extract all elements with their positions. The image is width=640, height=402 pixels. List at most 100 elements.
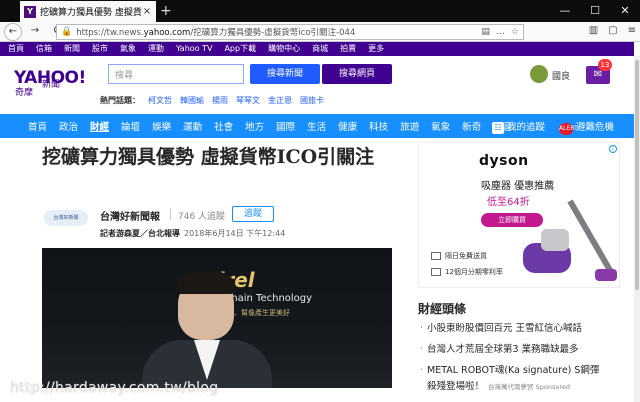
search-web-button[interactable]: 搜尋網頁: [322, 64, 392, 84]
cat-sports[interactable]: 運動: [183, 119, 202, 133]
follower-count: 746 人追蹤: [178, 212, 226, 222]
cat-local[interactable]: 地方: [245, 119, 264, 133]
list-item[interactable]: · 台灣人才荒屆全球第3 業務職缺最多: [420, 341, 626, 355]
cat-international[interactable]: 國際: [276, 119, 295, 133]
article-headline: 挖礦算力獨具優勢 虛擬貨幣ICO引關注: [42, 146, 375, 168]
watermark: http://hardaway.com.tw/blog: [10, 380, 219, 396]
list-item[interactable]: ·殺殘登場啦！台灣萬代南夢宮 Sponsored: [420, 378, 626, 392]
bookmark-star-icon[interactable]: ☆: [511, 27, 519, 37]
list-item[interactable]: · METAL ROBOT魂(Ka signature) S鋼彈: [420, 362, 626, 376]
divider: [170, 208, 171, 220]
cat-forum[interactable]: 論壇: [121, 119, 140, 133]
mail-count-badge: 13: [598, 59, 612, 71]
forward-icon[interactable]: →: [26, 23, 44, 41]
hot-keyword[interactable]: 楊雨: [212, 95, 228, 106]
cat-home[interactable]: 首頁: [28, 119, 47, 133]
follow-icon: ☷: [492, 122, 504, 134]
hot-keyword[interactable]: 柯文哲: [148, 95, 172, 106]
ad-feature: 隔日免費送貨: [431, 251, 487, 261]
new-tab-icon[interactable]: +: [160, 3, 172, 19]
scrollbar-thumb[interactable]: [635, 60, 639, 290]
publisher-name[interactable]: 台灣好新聞報: [100, 208, 160, 223]
topnav-news[interactable]: 新聞: [64, 42, 80, 56]
topnav-mail[interactable]: 信箱: [36, 42, 52, 56]
ad-line2: 低至64折: [487, 197, 530, 208]
list-item[interactable]: · 小股東盼股價回百元 王雪紅信心喊話: [420, 320, 626, 334]
url-text: https://tw.news.yahoo.com/挖礦算力獨具優勢-虛擬貨幣i…: [76, 28, 356, 38]
cat-novel[interactable]: 新奇: [462, 119, 481, 133]
browser-toolbar-icons: ▥ ▢ ≡: [589, 25, 636, 36]
topnav-app[interactable]: App下載: [224, 42, 256, 56]
cat-weather[interactable]: 氣象: [431, 119, 450, 133]
ad-line1: 吸塵器 優惠推薦: [481, 181, 555, 192]
topnav-auction[interactable]: 拍賣: [340, 42, 356, 56]
cat-health[interactable]: 健康: [338, 119, 357, 133]
page-actions-icon[interactable]: …: [496, 27, 505, 37]
tab-title: 挖礦算力獨具優勢 虛擬貨幣ICO引: [40, 8, 142, 18]
sponsored-label: 台灣萬代南夢宮 Sponsored: [488, 383, 570, 391]
hot-keyword[interactable]: 金正恩: [268, 95, 292, 106]
cat-tech[interactable]: 科技: [369, 119, 388, 133]
back-icon[interactable]: ←: [4, 22, 22, 41]
hot-keyword[interactable]: 琴琴文: [236, 95, 260, 106]
reader-view-icon[interactable]: ▤: [481, 27, 490, 37]
search-input[interactable]: 搜尋: [108, 64, 244, 84]
topnav-stock[interactable]: 股市: [92, 42, 108, 56]
ad-cta-button[interactable]: 立即購買: [481, 213, 543, 227]
finance-headlines-title: 財經頭條: [418, 302, 467, 316]
cat-politics[interactable]: 政治: [59, 119, 78, 133]
top-nav-list: 首頁 信箱 新聞 股市 氣象 運動 Yahoo TV App下載 購物中心 商城…: [8, 42, 384, 56]
browser-tab[interactable]: Y 挖礦算力獨具優勢 虛擬貨幣ICO引 ×: [20, 1, 156, 22]
ad-info-icon[interactable]: i: [609, 145, 617, 153]
byline: 記者游森夏／台北報導 2018年6月14日 下午12:44: [100, 228, 285, 239]
topnav-shopping[interactable]: 購物中心: [268, 42, 300, 56]
person-hair: [176, 272, 236, 294]
article-photo: Kirel kchain Technology 能源、幫像產生更美好: [42, 248, 392, 388]
close-window-button[interactable]: ✕: [610, 0, 640, 22]
cat-travel[interactable]: 旅遊: [400, 119, 419, 133]
alert-link[interactable]: ALERT避難危機: [559, 119, 614, 135]
topnav-sports[interactable]: 運動: [148, 42, 164, 56]
maximize-button[interactable]: ☐: [580, 0, 610, 22]
category-nav: 首頁 政治 財經 論壇 娛樂 運動 社會 地方 國際 生活 健康 科技 旅遊 氣…: [0, 114, 634, 138]
publisher-logo[interactable]: 台灣好新聞: [44, 210, 88, 226]
cat-entertainment[interactable]: 娛樂: [152, 119, 171, 133]
window-controls: — ☐ ✕: [550, 0, 640, 22]
yahoo-top-nav: 首頁 信箱 新聞 股市 氣象 運動 Yahoo TV App下載 購物中心 商城…: [0, 42, 634, 56]
logo-cn: 奇摩: [15, 88, 34, 98]
cat-life[interactable]: 生活: [307, 119, 326, 133]
vacuum-wand: [567, 199, 616, 277]
follow-button[interactable]: 追蹤: [232, 206, 274, 222]
library-icon[interactable]: ▥: [589, 25, 598, 36]
browser-tab-bar: Y 挖礦算力獨具優勢 虛擬貨幣ICO引 × + — ☐ ✕: [0, 0, 640, 22]
menu-icon[interactable]: ≡: [628, 25, 636, 36]
timestamp: 2018年6月14日 下午12:44: [184, 229, 286, 238]
topnav-mall[interactable]: 商城: [312, 42, 328, 56]
search-news-button[interactable]: 搜尋新聞: [250, 64, 320, 84]
address-bar[interactable]: 🔒 https://tw.news.yahoo.com/挖礦算力獨具優勢-虛擬貨…: [56, 24, 524, 40]
my-follow-link[interactable]: ☷ 我的追蹤: [492, 119, 545, 135]
username[interactable]: 國良: [552, 69, 570, 82]
tab-close-icon[interactable]: ×: [142, 6, 152, 17]
topnav-weather[interactable]: 氣象: [120, 42, 136, 56]
topnav-tv[interactable]: Yahoo TV: [176, 42, 212, 56]
browser-nav-bar: ← → C 🔒 https://tw.news.yahoo.com/挖礦算力獨具…: [0, 22, 640, 42]
lock-icon: 🔒: [61, 27, 73, 37]
hot-keyword[interactable]: 韓國瑜: [180, 95, 204, 106]
topnav-more[interactable]: 更多: [368, 42, 384, 56]
cat-finance[interactable]: 財經: [90, 119, 109, 133]
hot-topics-label: 熱門話題：: [100, 96, 140, 105]
vacuum-head: [595, 269, 617, 281]
topnav-home[interactable]: 首頁: [8, 42, 24, 56]
yahoo-favicon-icon: Y: [24, 5, 36, 18]
avatar[interactable]: [530, 65, 548, 83]
dyson-ad[interactable]: i dyson 吸塵器 優惠推薦 低至64折 立即購買 隔日免費送貨 12個月分…: [418, 142, 620, 288]
alert-badge-icon: ALERT: [559, 123, 578, 135]
hot-topics: 熱門話題： 柯文哲 韓國瑜 楊雨 琴琴文 金正恩 國旅卡: [100, 95, 324, 106]
cat-society[interactable]: 社會: [214, 119, 233, 133]
yahoo-header: YAHOO! 奇摩 新聞 搜尋 搜尋新聞 搜尋網頁 國良 ✉ 13 熱門話題： …: [0, 56, 634, 114]
minimize-button[interactable]: —: [550, 0, 580, 22]
sidebar-icon[interactable]: ▢: [608, 25, 617, 36]
ad-feature: 12個月分期零利率: [431, 267, 503, 277]
hot-keyword[interactable]: 國旅卡: [300, 95, 324, 106]
